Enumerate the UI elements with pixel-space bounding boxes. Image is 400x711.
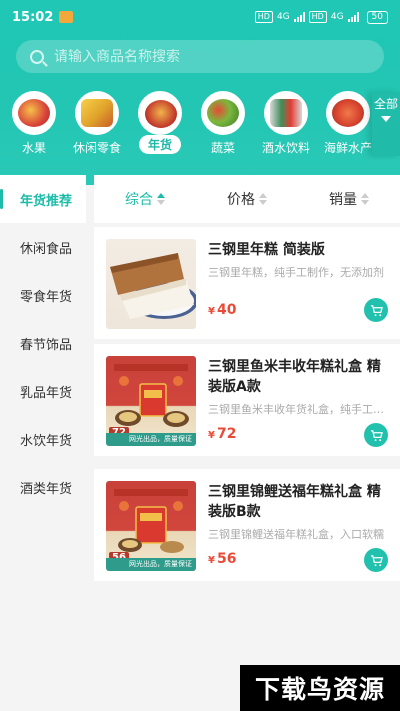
sidebar-item-label: 乳品年货 — [20, 385, 73, 401]
search-input[interactable] — [54, 48, 354, 65]
product-list-panel: 综合 价格 销量 三钢里年糕 简装版 三钢里年糕，纯手工制作，无添加剂 ¥40 — [94, 175, 400, 665]
sidebar-item-dairy[interactable]: 乳品年货 — [0, 367, 86, 415]
sidebar-item-label: 年货推荐 — [20, 193, 73, 209]
vegetable-icon — [201, 91, 245, 135]
cart-icon — [370, 429, 383, 441]
add-to-cart-button[interactable] — [364, 548, 388, 572]
sort-bar: 综合 价格 销量 — [94, 175, 400, 223]
category-snacks[interactable]: 休闲零食 — [65, 88, 129, 156]
sort-label: 价格 — [227, 192, 255, 208]
network-label-2: 4G — [330, 12, 344, 22]
product-price: ¥72 — [208, 426, 236, 442]
sidebar-item-snack-new-year[interactable]: 零食年货 — [0, 271, 86, 319]
category-label: 酒水饮料 — [261, 141, 310, 155]
sidebar-item-beverages[interactable]: 水饮年货 — [0, 415, 86, 463]
category-label: 海鲜水产 — [323, 141, 372, 155]
sidebar-item-label: 休闲食品 — [20, 241, 73, 257]
price-value: 56 — [216, 551, 237, 567]
sidebar-item-label: 水饮年货 — [20, 433, 73, 449]
sidebar: 年货推荐 休闲食品 零食年货 春节饰品 乳品年货 水饮年货 酒类年货 — [0, 175, 86, 665]
category-seafood[interactable]: 海鲜水产 — [316, 88, 380, 156]
battery-icon: 50 — [366, 10, 388, 24]
category-label: 水果 — [21, 141, 46, 155]
sidebar-item-spring-decor[interactable]: 春节饰品 — [0, 319, 86, 367]
sidebar-item-label: 春节饰品 — [20, 337, 73, 353]
chevron-down-icon — [381, 116, 391, 122]
drinks-icon — [264, 91, 308, 135]
product-title[interactable]: 三钢里年糕 简装版 — [208, 240, 392, 260]
category-new-year-goods[interactable]: 年货 — [128, 88, 192, 157]
sort-comprehensive[interactable]: 综合 — [94, 189, 196, 209]
sort-label: 综合 — [125, 192, 153, 208]
watermark: 下载鸟资源 — [240, 665, 400, 711]
add-to-cart-button[interactable] — [364, 298, 388, 322]
sort-arrows-icon — [259, 193, 267, 205]
sidebar-item-label: 零食年货 — [20, 289, 73, 305]
category-vegetables[interactable]: 蔬菜 — [191, 88, 255, 156]
signal-icon-2 — [347, 12, 359, 22]
product-price: ¥56 — [208, 551, 236, 567]
price-value: 40 — [216, 302, 237, 318]
product-image[interactable]: 56 网光出品，质量保证 — [106, 481, 196, 571]
fruit-icon — [12, 91, 56, 135]
sort-arrows-icon — [361, 193, 369, 205]
status-time: 15:02 — [12, 9, 54, 25]
network-label-1: 4G — [276, 12, 290, 22]
product-image[interactable]: 72 网光出品，质量保证 — [106, 356, 196, 446]
snack-icon — [75, 91, 119, 135]
product-price: ¥40 — [208, 302, 236, 318]
all-categories-label: 全部 — [373, 97, 398, 111]
sort-arrows-icon — [157, 193, 165, 205]
sort-price[interactable]: 价格 — [196, 189, 298, 209]
product-card[interactable]: 72 网光出品，质量保证 三钢里鱼米丰收年糕礼盒 精装版A款 三钢里鱼米丰收年货… — [94, 344, 400, 456]
category-drinks[interactable]: 酒水饮料 — [254, 88, 318, 156]
all-categories-button[interactable]: 全部 — [372, 92, 400, 156]
sort-sales[interactable]: 销量 — [298, 189, 400, 209]
new-year-goods-icon — [138, 91, 182, 135]
category-fruit[interactable]: 水果 — [2, 88, 66, 156]
sidebar-item-label: 酒类年货 — [20, 481, 73, 497]
image-quality-tag: 网光出品，质量保证 — [106, 433, 196, 446]
sidebar-item-new-year-recommend[interactable]: 年货推荐 — [0, 175, 86, 223]
price-value: 72 — [216, 426, 237, 442]
signal-icon-1 — [293, 12, 305, 22]
status-indicators: HD 4G HD 4G 50 — [254, 10, 388, 24]
product-card[interactable]: 56 网光出品，质量保证 三钢里锦鲤送福年糕礼盒 精装版B款 三钢里锦鲤送福年糕… — [94, 469, 400, 581]
add-to-cart-button[interactable] — [364, 423, 388, 447]
app-notification-icon — [59, 11, 74, 23]
category-label: 蔬菜 — [210, 141, 235, 155]
sidebar-item-snack-food[interactable]: 休闲食品 — [0, 223, 86, 271]
product-card[interactable]: 三钢里年糕 简装版 三钢里年糕，纯手工制作，无添加剂 ¥40 — [94, 227, 400, 339]
cart-icon — [370, 554, 383, 566]
category-label: 年货 — [138, 135, 181, 154]
product-description: 三钢里锦鲤送福年糕礼盒，入口软糯 — [208, 528, 384, 541]
hd-badge-1: HD — [254, 11, 273, 23]
product-title[interactable]: 三钢里锦鲤送福年糕礼盒 精装版B款 — [208, 482, 392, 522]
currency-symbol: ¥ — [208, 306, 215, 317]
cart-icon — [370, 304, 383, 316]
hd-badge-2: HD — [308, 11, 327, 23]
product-description: 三钢里鱼米丰收年货礼盒，纯手工制作 — [208, 403, 384, 416]
seafood-icon — [326, 91, 370, 135]
category-label: 休闲零食 — [72, 141, 121, 155]
category-strip[interactable]: 水果 休闲零食 年货 蔬菜 酒水饮料 海鲜水产 — [0, 88, 372, 158]
sidebar-item-liquor[interactable]: 酒类年货 — [0, 463, 86, 511]
sort-label: 销量 — [329, 192, 357, 208]
product-title[interactable]: 三钢里鱼米丰收年糕礼盒 精装版A款 — [208, 357, 392, 397]
search-icon — [30, 49, 44, 64]
status-bar: 15:02 HD 4G HD 4G 50 — [0, 0, 400, 34]
currency-symbol: ¥ — [208, 555, 215, 566]
product-description: 三钢里年糕，纯手工制作，无添加剂 — [208, 266, 384, 279]
product-image[interactable] — [106, 239, 196, 329]
image-quality-tag: 网光出品，质量保证 — [106, 558, 196, 571]
search-bar[interactable] — [16, 40, 384, 73]
currency-symbol: ¥ — [208, 430, 215, 441]
